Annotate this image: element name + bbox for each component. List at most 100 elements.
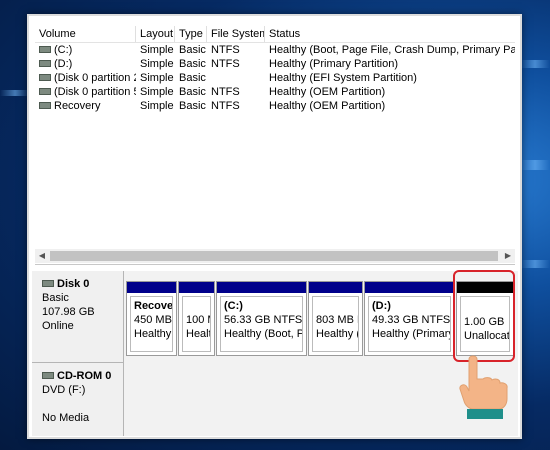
disk0-info[interactable]: Disk 0 Basic 107.98 GB Online — [32, 271, 124, 363]
partition-name: Recover — [134, 300, 172, 312]
volume-file-system — [207, 71, 265, 85]
volume-layout: Simple — [140, 100, 174, 112]
volume-name: (C:) — [54, 44, 73, 56]
volume-name: Recovery — [54, 100, 101, 112]
cdrom0-info[interactable]: CD-ROM 0 DVD (F:) No Media — [32, 363, 124, 436]
disk0-type: Basic — [42, 292, 69, 304]
partition-efi[interactable]: 100 M Healtl — [178, 281, 215, 356]
disk-management-window: Volume Layout Type File System Status (C… — [27, 14, 522, 439]
partition-c[interactable]: (C:) 56.33 GB NTFS Healthy (Boot, Pag — [216, 281, 307, 356]
partition-status: Healthy (C — [316, 328, 358, 340]
volume-file-system: NTFS — [211, 58, 240, 70]
partition-bar — [365, 282, 454, 293]
volume-name: (D:) — [54, 58, 73, 70]
partition-size: 56.33 GB NTFS — [224, 314, 302, 326]
volume-name-cell: Recovery — [35, 99, 136, 113]
volume-layout: Simple — [140, 58, 174, 70]
column-header-layout[interactable]: Layout — [136, 26, 175, 42]
cdrom0-type: DVD (F:) — [42, 384, 86, 396]
partition-size: 49.33 GB NTFS — [372, 314, 450, 326]
volume-file-system: NTFS — [211, 86, 240, 98]
column-header-file-system[interactable]: File System — [207, 26, 265, 42]
disk0-title: Disk 0 — [57, 278, 90, 290]
partition-body: 100 M Healtl — [182, 296, 211, 352]
cdrom0-blank — [42, 397, 123, 411]
scrollbar-thumb[interactable] — [50, 251, 498, 261]
table-row[interactable]: (C:) Simple Basic NTFS Healthy (Boot, Pa… — [35, 43, 515, 57]
volume-name-cell: (D:) — [35, 57, 136, 71]
volume-file-system: NTFS — [211, 44, 240, 56]
disk-icon — [39, 101, 51, 109]
disk0-title-line: Disk 0 — [42, 277, 123, 291]
partition-d[interactable]: (D:) 49.33 GB NTFS Healthy (Primary P — [364, 281, 455, 356]
table-row[interactable]: (Disk 0 partition 2) Simple Basic Health… — [35, 71, 515, 85]
volume-type: Basic — [179, 58, 206, 70]
disk-icon — [42, 279, 54, 287]
volume-type: Basic — [179, 100, 206, 112]
partition-body: (C:) 56.33 GB NTFS Healthy (Boot, Pag — [220, 296, 303, 352]
partition-size: 450 MB I — [134, 314, 172, 326]
partition-name: (C:) — [224, 300, 243, 312]
partition-status: Healthy (Primary P — [372, 328, 450, 340]
unallocated-highlight-box — [453, 270, 515, 362]
volume-type: Basic — [179, 44, 206, 56]
cd-icon — [42, 371, 54, 379]
table-row[interactable]: Recovery Simple Basic NTFS Healthy (OEM … — [35, 99, 515, 113]
volume-layout: Simple — [140, 44, 174, 56]
volume-file-system: NTFS — [211, 100, 240, 112]
wallpaper-light-streak — [520, 260, 550, 268]
cdrom0-title-line: CD-ROM 0 — [42, 369, 123, 383]
table-row[interactable]: (D:) Simple Basic NTFS Healthy (Primary … — [35, 57, 515, 71]
partition-status: Healthy ( — [134, 328, 172, 340]
scroll-left-arrow-icon[interactable]: ◀ — [35, 249, 49, 263]
horizontal-scrollbar[interactable]: ◀ ▶ — [35, 249, 515, 263]
partition-bar — [309, 282, 362, 293]
volume-status: Healthy (Boot, Page File, Crash Dump, Pr… — [269, 44, 515, 56]
partition-size: 803 MB N — [316, 314, 358, 326]
volume-status: Healthy (EFI System Partition) — [269, 72, 417, 84]
cdrom0-title: CD-ROM 0 — [57, 370, 112, 382]
partition-bar — [179, 282, 214, 293]
volume-layout: Simple — [140, 86, 174, 98]
table-row[interactable]: (Disk 0 partition 5) Simple Basic NTFS H… — [35, 85, 515, 99]
wallpaper-light-streak — [0, 90, 30, 96]
partition-status: Healthy (Boot, Pag — [224, 328, 302, 340]
partition-recovery[interactable]: Recover 450 MB I Healthy ( — [126, 281, 177, 356]
disk-icon — [39, 59, 51, 67]
partition-bar — [217, 282, 306, 293]
column-header-status[interactable]: Status — [265, 26, 515, 42]
partition-name: (D:) — [372, 300, 391, 312]
partition-size: 100 M — [186, 314, 210, 326]
volume-layout: Simple — [140, 72, 174, 84]
disk-icon — [39, 87, 51, 95]
disk-graphical-view: Disk 0 Basic 107.98 GB Online Recover 45… — [32, 271, 518, 436]
disk0-size: 107.98 GB — [42, 306, 95, 318]
volume-status: Healthy (Primary Partition) — [269, 58, 398, 70]
volume-list: Volume Layout Type File System Status (C… — [35, 26, 515, 265]
wallpaper-light-streak — [520, 160, 550, 170]
partition-body: Recover 450 MB I Healthy ( — [130, 296, 173, 352]
partition-oem[interactable]: 803 MB N Healthy (C — [308, 281, 363, 356]
partition-body: (D:) 49.33 GB NTFS Healthy (Primary P — [368, 296, 451, 352]
disk-icon — [39, 73, 51, 81]
partition-status: Healtl — [186, 328, 210, 340]
partition-bar — [127, 282, 176, 293]
volume-list-header: Volume Layout Type File System Status — [35, 26, 515, 43]
scroll-right-arrow-icon[interactable]: ▶ — [501, 249, 515, 263]
cdrom0-media: No Media — [42, 412, 90, 424]
volume-type: Basic — [179, 86, 206, 98]
disk0-status: Online — [42, 320, 74, 332]
column-header-type[interactable]: Type — [175, 26, 207, 42]
pointing-hand-icon — [455, 355, 515, 420]
wallpaper-light-streak — [520, 60, 550, 68]
volume-name: (Disk 0 partition 5) — [54, 86, 136, 98]
volume-status: Healthy (OEM Partition) — [269, 86, 386, 98]
column-header-volume[interactable]: Volume — [35, 26, 136, 42]
disk-icon — [39, 45, 51, 53]
volume-name-cell: (C:) — [35, 43, 136, 57]
volume-name-cell: (Disk 0 partition 5) — [35, 85, 136, 99]
volume-type: Basic — [179, 72, 206, 84]
partition-name — [316, 299, 358, 313]
partition-name — [186, 299, 210, 313]
volume-name: (Disk 0 partition 2) — [54, 72, 136, 84]
